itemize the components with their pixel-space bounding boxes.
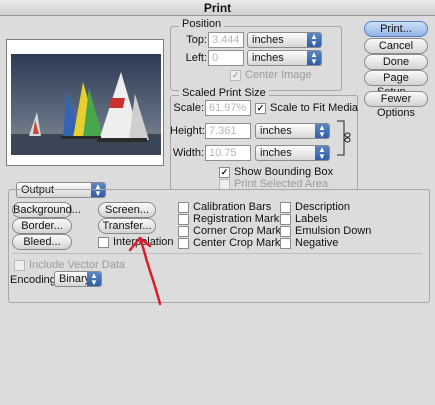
cancel-button[interactable]: Cancel	[364, 38, 428, 54]
encoding-select[interactable]: Binary ▲ ▼	[54, 271, 102, 287]
width-unit-value: inches	[260, 147, 292, 159]
description-checkbox[interactable]: Description	[280, 201, 350, 213]
checkmark-icon: ✓	[219, 166, 230, 178]
scale-input[interactable]: 61.97%	[205, 100, 251, 116]
scale-to-fit-checkbox[interactable]: ✓ Scale to Fit Media	[255, 102, 358, 114]
link-chain-icon[interactable]	[336, 119, 354, 157]
window-title: Print	[0, 0, 435, 16]
position-group-title: Position	[179, 18, 225, 30]
chevron-updown-icon: ▲ ▼	[315, 146, 329, 161]
checkbox-empty-icon	[280, 201, 291, 213]
height-label: Height:	[170, 125, 205, 137]
calibration-bars-checkbox[interactable]: Calibration Bars	[178, 201, 271, 213]
include-vector-data-checkbox[interactable]: Include Vector Data	[14, 259, 125, 271]
top-label: Top:	[186, 34, 207, 46]
negative-label: Negative	[295, 237, 339, 249]
left-unit-value: inches	[252, 52, 284, 64]
done-button[interactable]: Done	[364, 54, 428, 70]
preview-image	[11, 54, 161, 155]
center-crop-marks-label: Center Crop Marks	[193, 237, 286, 249]
checkmark-icon: ✓	[255, 102, 266, 114]
bleed-button[interactable]: Bleed...	[12, 234, 72, 250]
print-dialog: Position Top: 3.444 inches ▲ ▼ Left: 0 in…	[0, 16, 435, 405]
height-input[interactable]: 7.361	[205, 123, 251, 139]
calibration-bars-label: Calibration Bars	[193, 201, 272, 213]
emulsion-down-checkbox[interactable]: Emulsion Down	[280, 225, 371, 237]
corner-crop-marks-checkbox[interactable]: Corner Crop Marks	[178, 225, 287, 237]
checkbox-empty-icon	[178, 201, 189, 213]
height-unit-select[interactable]: inches ▲ ▼	[255, 123, 330, 139]
border-button[interactable]: Border...	[12, 218, 72, 234]
page-setup-button[interactable]: Page Setup...	[364, 70, 428, 98]
top-unit-select[interactable]: inches ▲ ▼	[247, 32, 322, 48]
left-unit-select[interactable]: inches ▲ ▼	[247, 50, 322, 66]
red-arrow-annotation	[128, 236, 162, 306]
print-preview	[6, 39, 164, 166]
labels-checkbox[interactable]: Labels	[280, 213, 327, 225]
registration-marks-label: Registration Marks	[193, 213, 285, 225]
description-label: Description	[295, 201, 351, 213]
background-button[interactable]: Background...	[12, 202, 81, 218]
fewer-options-button[interactable]: Fewer Options	[364, 91, 428, 119]
emulsion-down-label: Emulsion Down	[295, 225, 372, 237]
width-input[interactable]: 10.75	[205, 145, 251, 161]
scale-label: Scale:	[173, 102, 204, 114]
encoding-value: Binary	[59, 273, 91, 285]
scaled-group-title: Scaled Print Size	[179, 87, 269, 99]
labels-label: Labels	[295, 213, 328, 225]
center-image-checkbox[interactable]: ✓ Center Image	[230, 69, 312, 81]
center-image-label: Center Image	[245, 69, 312, 81]
top-input[interactable]: 3.444	[208, 32, 244, 48]
height-unit-value: inches	[260, 125, 292, 137]
width-label: Width:	[172, 147, 204, 159]
scale-to-fit-label: Scale to Fit Media	[270, 102, 359, 114]
checkmark-icon: ✓	[230, 69, 241, 81]
center-crop-marks-checkbox[interactable]: Center Crop Marks	[178, 237, 286, 249]
corner-crop-marks-label: Corner Crop Marks	[193, 225, 287, 237]
chevron-updown-icon: ▲ ▼	[307, 51, 321, 66]
encoding-label: Encoding:	[10, 274, 59, 286]
output-divider	[12, 253, 422, 254]
negative-checkbox[interactable]: Negative	[280, 237, 338, 249]
show-bounding-box-label: Show Bounding Box	[234, 166, 334, 178]
include-vector-data-label: Include Vector Data	[29, 259, 126, 271]
top-unit-value: inches	[252, 34, 284, 46]
checkbox-empty-icon	[98, 236, 109, 248]
checkbox-empty-icon	[280, 237, 291, 249]
checkbox-empty-icon	[280, 225, 291, 237]
left-input[interactable]: 0	[208, 50, 244, 66]
chevron-updown-icon: ▲ ▼	[87, 272, 101, 287]
checkbox-empty-icon	[14, 259, 25, 271]
left-label: Left:	[185, 52, 207, 64]
chevron-updown-icon: ▲ ▼	[315, 124, 329, 139]
show-bounding-box-checkbox[interactable]: ✓ Show Bounding Box	[219, 166, 333, 178]
print-button[interactable]: Print...	[364, 21, 428, 37]
chevron-updown-icon: ▲ ▼	[307, 33, 321, 48]
registration-marks-checkbox[interactable]: Registration Marks	[178, 213, 285, 225]
checkbox-empty-icon	[280, 213, 291, 225]
width-unit-select[interactable]: inches ▲ ▼	[255, 145, 330, 161]
checkbox-empty-icon	[219, 178, 230, 190]
